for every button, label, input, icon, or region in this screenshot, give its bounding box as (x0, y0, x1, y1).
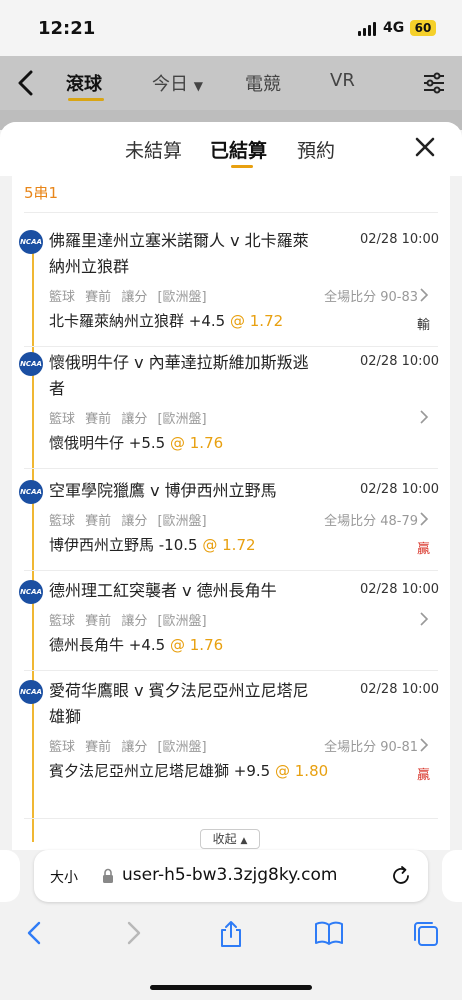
bet-status-tabs: 未結算 已結算 預約 (0, 122, 462, 176)
network-type: 4G (383, 20, 405, 36)
tab-today[interactable]: 今日 ▼ (152, 70, 203, 96)
reload-icon[interactable] (390, 865, 412, 887)
full-time-score: 全場比分 48-79 (324, 514, 418, 529)
match-name: 佛羅里達州立塞米諾爾人 v 北卡羅萊納州立狼群 (49, 231, 309, 276)
match-name: 德州理工紅突襲者 v 德州長角牛 (49, 581, 277, 600)
result-badge: 贏 (417, 542, 431, 557)
bet-selection: 德州長角牛 +4.5 @ 1.76 (49, 636, 224, 654)
chevron-right-icon[interactable] (419, 409, 429, 425)
tabs-icon[interactable] (412, 920, 440, 948)
chevron-right-icon[interactable] (419, 287, 429, 303)
next-tab-edge[interactable] (442, 850, 462, 902)
chevron-right-icon[interactable] (419, 611, 429, 627)
browser-forward-icon[interactable] (122, 920, 144, 946)
match-date: 02/28 10:00 (360, 232, 440, 247)
match-date: 02/28 10:00 (360, 582, 440, 597)
collapse-button[interactable]: 收起 ▲ (200, 829, 260, 849)
text-size-button[interactable]: 大小 (50, 867, 78, 887)
status-bar: 12:21 4G 60 (0, 0, 462, 56)
ncaa-logo-icon: NCAA (19, 352, 43, 376)
chevron-right-icon[interactable] (419, 737, 429, 753)
ncaa-logo-icon: NCAA (19, 480, 43, 504)
divider (24, 570, 438, 571)
browser-back-icon[interactable] (24, 920, 46, 946)
status-time: 12:21 (38, 18, 96, 39)
divider (24, 818, 438, 819)
bet-selection: 賓夕法尼亞州立尼塔尼雄獅 +9.5 @ 1.80 (49, 762, 329, 780)
caret-down-icon: ▼ (193, 79, 203, 93)
bookmarks-icon[interactable] (314, 920, 344, 946)
ncaa-logo-icon: NCAA (19, 230, 43, 254)
active-tab-underline (68, 98, 104, 101)
bet-meta: 籃球 賽前 讓分 [歐洲盤] (49, 412, 207, 427)
full-time-score: 全場比分 90-83 (324, 290, 418, 305)
divider (24, 212, 438, 213)
bet-selection: 博伊西州立野馬 -10.5 @ 1.72 (49, 536, 256, 554)
match-name: 空軍學院獵鷹 v 博伊西州立野馬 (49, 481, 277, 500)
divider (24, 670, 438, 671)
match-date: 02/28 10:00 (360, 482, 440, 497)
bet-meta: 籃球 賽前 讓分 [歐洲盤] (49, 740, 207, 755)
chevron-right-icon[interactable] (419, 511, 429, 527)
bet-selection: 北卡羅萊納州立狼群 +4.5 @ 1.72 (49, 312, 284, 330)
tab-esports[interactable]: 電競 (245, 70, 281, 96)
share-icon[interactable] (218, 920, 244, 948)
caret-up-icon: ▲ (240, 836, 248, 846)
browser-toolbar (0, 910, 462, 1000)
tab-unsettled[interactable]: 未結算 (125, 136, 182, 163)
tab-reserved[interactable]: 預約 (297, 136, 335, 163)
match-date: 02/28 10:00 (360, 682, 440, 697)
ncaa-logo-icon: NCAA (19, 680, 43, 704)
result-badge: 贏 (417, 768, 431, 783)
settled-tab-underline (231, 165, 253, 168)
result-badge: 輸 (417, 318, 431, 333)
parlay-card: 5串1 NCAA 佛羅里達州立塞米諾爾人 v 北卡羅萊納州立狼群 02/28 1… (12, 176, 450, 850)
url-text: user-h5-bw3.3zjg8ky.com (122, 865, 338, 885)
match-name: 懷俄明牛仔 v 內華達拉斯維加斯叛逃者 (49, 353, 309, 398)
parlay-type-label: 5串1 (24, 184, 59, 202)
bet-meta: 籃球 賽前 讓分 [歐洲盤] (49, 514, 207, 529)
close-icon[interactable] (414, 136, 436, 158)
parlay-timeline (32, 242, 34, 842)
bet-selection: 懷俄明牛仔 +5.5 @ 1.76 (49, 434, 224, 452)
tab-settled[interactable]: 已結算 (210, 136, 267, 163)
back-arrow-icon[interactable] (16, 70, 36, 96)
tab-vr[interactable]: VR (330, 70, 355, 91)
divider (24, 468, 438, 469)
url-field[interactable]: 大小 user-h5-bw3.3zjg8ky.com (34, 850, 428, 902)
previous-tab-edge[interactable] (0, 850, 20, 902)
lock-icon (103, 868, 113, 883)
ncaa-logo-icon: NCAA (19, 580, 43, 604)
bet-meta: 籃球 賽前 讓分 [歐洲盤] (49, 614, 207, 629)
match-name: 愛荷华鷹眼 v 賓夕法尼亞州立尼塔尼雄獅 (49, 681, 309, 726)
divider (24, 346, 438, 347)
match-date: 02/28 10:00 (360, 354, 440, 369)
bet-meta: 籃球 賽前 讓分 [歐洲盤] (49, 290, 207, 305)
full-time-score: 全場比分 90-81 (324, 740, 418, 755)
bet-record-sheet: 未結算 已結算 預約 5串1 NCAA 佛羅里達州立塞米諾爾人 v 北卡羅萊納州… (0, 122, 462, 850)
battery-icon: 60 (410, 20, 436, 36)
signal-icon (358, 22, 376, 36)
tab-live[interactable]: 滾球 (66, 70, 102, 96)
browser-address-bar: 大小 user-h5-bw3.3zjg8ky.com (0, 850, 462, 910)
app-header: 滾球 今日 ▼ 電競 VR (0, 56, 462, 110)
filter-icon[interactable] (422, 71, 446, 95)
home-indicator (150, 985, 312, 990)
